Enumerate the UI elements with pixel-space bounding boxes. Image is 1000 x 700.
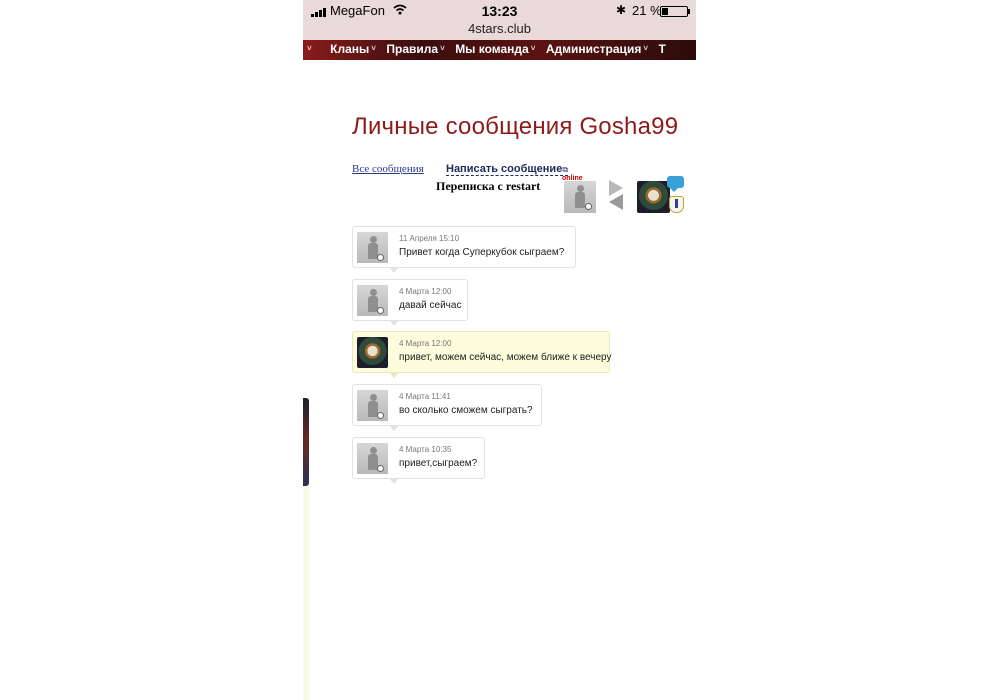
message-item: 4 Марта 11:41 во сколько сможем сыграть? [352,384,542,431]
chat-badge-icon [667,176,684,192]
message-item: 4 Марта 10:35 привет,сыграем? [352,437,485,484]
nav-item-label: Т [658,42,666,56]
sender-avatar[interactable] [357,390,388,421]
message-time: 4 Марта 12:00 [399,287,452,296]
arrow-left-icon [609,194,623,210]
restart-avatar[interactable] [564,181,596,213]
status-bar: MegaFon 13:23 4stars.club ✱ 21 % [303,0,696,40]
page-title: Личные сообщения Gosha99 [352,113,679,140]
message-text: во сколько сможем сыграть? [399,405,533,416]
chevron-down-icon: ˅ [307,44,312,53]
chevron-down-icon: ˅ [643,44,648,53]
write-message-label: Написать сообщение [446,163,563,175]
nav-item-chevron[interactable]: ˅ [303,42,318,56]
nav-item-label: Мы команда [455,42,529,56]
nav-item-clans[interactable]: Кланы ˅ [322,42,382,56]
own-avatar[interactable] [637,181,670,213]
nav-item-label: Кланы [330,42,370,56]
write-message-link[interactable]: Написать сообщение⧉ [446,163,569,176]
message-text: привет, можем сейчас, можем ближе к вече… [399,352,612,363]
nav-item-label: Администрация [545,42,642,56]
address-bar-url[interactable]: 4stars.club [303,21,696,36]
sender-avatar[interactable] [357,443,388,474]
all-messages-link[interactable]: Все сообщения [352,163,424,175]
nav-item-team[interactable]: Мы команда ˅ [455,42,541,56]
conversation-title: Переписка с restart [436,179,541,193]
battery-icon [660,6,690,17]
bluetooth-icon: ✱ [616,3,627,17]
club-crest-icon [669,196,684,213]
sender-avatar[interactable] [357,232,388,263]
message-time: 4 Марта 11:41 [399,392,451,401]
message-text: Привет когда Суперкубок сыграем? [399,247,565,258]
message-time: 11 Апреля 15:10 [399,234,460,243]
message-time: 4 Марта 10:35 [399,445,452,454]
message-text: привет,сыграем? [399,458,478,469]
battery-percent: 21 % [632,3,662,18]
site-nav: ˅ Кланы ˅ Правила ˅ Мы команда ˅ Администра… [303,40,696,60]
message-item: 11 Апреля 15:10 Привет когда Суперкубок … [352,226,576,273]
chevron-down-icon: ˅ [371,44,376,53]
sender-avatar[interactable] [357,337,388,368]
nav-item-admin[interactable]: Администрация ˅ [546,42,654,56]
message-item-own: 4 Марта 12:00 привет, можем сейчас, може… [352,331,612,378]
message-text: давай сейчас [399,300,462,311]
message-item: 4 Марта 12:00 давай сейчас [352,279,468,326]
nav-item-more[interactable]: Т [658,42,671,56]
sender-avatar[interactable] [357,285,388,316]
nav-item-rules[interactable]: Правила ˅ [386,42,450,56]
chevron-down-icon: ˅ [530,44,536,53]
nav-item-label: Правила [386,42,439,56]
message-time: 4 Марта 12:00 [399,339,452,348]
chevron-down-icon: ˅ [440,44,445,53]
external-link-icon: ⧉ [562,165,569,174]
side-banner [303,398,309,486]
browser-page: MegaFon 13:23 4stars.club ✱ 21 % ˅ Кланы… [303,0,696,700]
